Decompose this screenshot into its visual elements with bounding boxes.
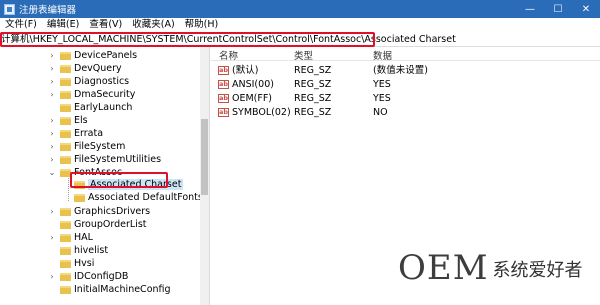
value-type: REG_SZ [294, 93, 332, 104]
tree-item[interactable]: › DevicePanels [48, 49, 137, 62]
chevron-right-icon[interactable]: › [48, 129, 56, 138]
watermark-logo: OEM 系统爱好者 [398, 250, 583, 286]
menu-view[interactable]: 查看(V) [84, 18, 127, 32]
menu-help[interactable]: 帮助(H) [180, 18, 224, 32]
value-data: (数值未设置) [373, 65, 428, 76]
tree-item[interactable]: › DmaSecurity [48, 88, 135, 101]
tree-item-associated-defaultfonts[interactable]: Associated DefaultFonts [74, 191, 203, 204]
folder-icon [60, 129, 71, 138]
value-type: REG_SZ [294, 79, 332, 90]
menu-edit[interactable]: 编辑(E) [42, 18, 84, 32]
address-highlight-box [0, 32, 375, 47]
folder-icon [60, 155, 71, 164]
menu-bar: 文件(F) 编辑(E) 查看(V) 收藏夹(A) 帮助(H) [0, 18, 600, 32]
value-data: YES [373, 79, 391, 90]
list-header: 名称 类型 数据 [211, 47, 600, 62]
column-header-type[interactable]: 类型 [294, 48, 313, 62]
folder-icon [60, 246, 71, 255]
tree-item[interactable]: Hvsi [48, 257, 94, 270]
watermark-site: 系统爱好者 [492, 260, 583, 281]
list-row[interactable]: ab (默认) REG_SZ (数值未设置) [211, 64, 600, 77]
chevron-right-icon[interactable]: › [48, 90, 56, 99]
tree-item[interactable]: › DevQuery [48, 62, 121, 75]
registry-app-icon [4, 3, 15, 15]
folder-icon [60, 103, 71, 112]
close-button[interactable]: ✕ [572, 0, 600, 18]
folder-icon [60, 142, 71, 151]
chevron-right-icon[interactable]: › [48, 233, 56, 242]
tree-item[interactable]: › GraphicsDrivers [48, 205, 150, 218]
value-name: SYMBOL(02) [232, 107, 291, 118]
tree-item[interactable]: EarlyLaunch [48, 101, 132, 114]
tree-item[interactable]: › IDConfigDB [48, 270, 128, 283]
title-bar: 注册表编辑器 — ☐ ✕ [0, 0, 600, 18]
scrollbar-thumb[interactable] [201, 119, 208, 195]
list-row[interactable]: ab SYMBOL(02) REG_SZ NO [211, 106, 600, 119]
column-header-data[interactable]: 数据 [373, 48, 392, 62]
folder-icon [60, 90, 71, 99]
string-value-icon: ab [218, 80, 229, 89]
column-header-name[interactable]: 名称 [219, 48, 238, 62]
chevron-right-icon[interactable]: › [48, 155, 56, 164]
value-data: NO [373, 107, 388, 118]
address-bar[interactable]: 计算机\HKEY_LOCAL_MACHINE\SYSTEM\CurrentCon… [0, 32, 600, 47]
chevron-right-icon[interactable]: › [48, 64, 56, 73]
folder-icon [60, 207, 71, 216]
tree-item[interactable]: › Els [48, 114, 87, 127]
chevron-right-icon[interactable]: › [48, 272, 56, 281]
value-data: YES [373, 93, 391, 104]
tree-item[interactable]: GroupOrderList [48, 218, 147, 231]
watermark-brand: OEM [398, 248, 489, 288]
registry-tree: › DevicePanels › DevQuery › Diagnostics › Dm… [0, 47, 210, 305]
folder-icon [60, 116, 71, 125]
chevron-right-icon[interactable]: › [48, 116, 56, 125]
minimize-button[interactable]: — [516, 0, 544, 18]
chevron-down-icon[interactable]: ⌄ [48, 168, 56, 177]
maximize-button[interactable]: ☐ [544, 0, 572, 18]
menu-file[interactable]: 文件(F) [0, 18, 42, 32]
selection-highlight-box [70, 172, 168, 188]
folder-icon [60, 259, 71, 268]
value-type: REG_SZ [294, 65, 332, 76]
value-name: ANSI(00) [232, 79, 274, 90]
folder-icon [60, 233, 71, 242]
tree-item[interactable]: › FileSystem [48, 140, 125, 153]
folder-icon [60, 77, 71, 86]
window-controls: — ☐ ✕ [516, 0, 600, 18]
chevron-right-icon[interactable]: › [48, 77, 56, 86]
folder-icon [60, 272, 71, 281]
tree-item[interactable]: › Errata [48, 127, 103, 140]
value-name: OEM(FF) [232, 93, 273, 104]
folder-icon [60, 64, 71, 73]
tree-item[interactable]: › HAL [48, 231, 93, 244]
folder-icon [60, 285, 71, 294]
window-title: 注册表编辑器 [19, 5, 77, 16]
list-row[interactable]: ab OEM(FF) REG_SZ YES [211, 92, 600, 105]
tree-item[interactable]: › Diagnostics [48, 75, 129, 88]
folder-icon [60, 220, 71, 229]
tree-item[interactable]: › FileSystemUtilities [48, 153, 161, 166]
chevron-right-icon[interactable]: › [48, 207, 56, 216]
folder-icon [60, 51, 71, 60]
tree-scrollbar[interactable] [200, 47, 209, 305]
chevron-right-icon[interactable]: › [48, 142, 56, 151]
string-value-icon: ab [218, 94, 229, 103]
string-value-icon: ab [218, 108, 229, 117]
value-type: REG_SZ [294, 107, 332, 118]
string-value-icon: ab [218, 66, 229, 75]
chevron-right-icon[interactable]: › [48, 51, 56, 60]
tree-item[interactable]: hivelist [48, 244, 108, 257]
menu-favorites[interactable]: 收藏夹(A) [127, 18, 179, 32]
folder-icon [74, 193, 85, 202]
list-row[interactable]: ab ANSI(00) REG_SZ YES [211, 78, 600, 91]
value-name: (默认) [232, 65, 259, 76]
tree-item[interactable]: InitialMachineConfig [48, 283, 171, 296]
